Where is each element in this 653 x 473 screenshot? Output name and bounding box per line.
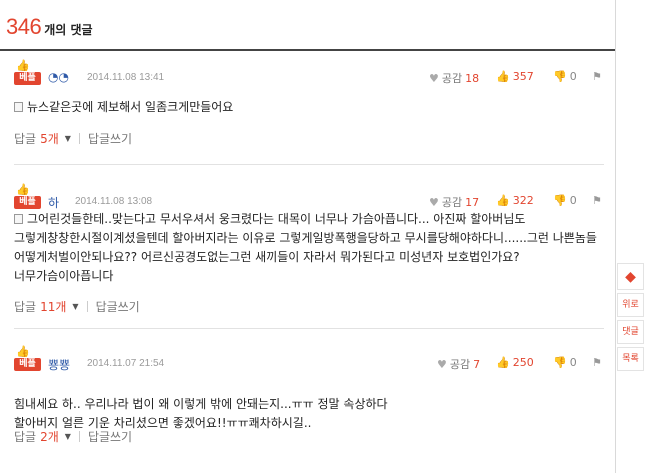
gongam-button[interactable]: ♥ 공감 18 [429, 70, 479, 86]
comment-actions: 답글 11개 ▼ 답글쓰기 [14, 298, 140, 315]
dislike-button[interactable]: 👎 0 [553, 70, 577, 83]
gongam-button[interactable]: ♥ 공감 7 [437, 356, 480, 372]
thumbs-up-icon: 👍 [496, 70, 510, 83]
best-badge-label: 베플 [14, 196, 41, 209]
caret-down-icon[interactable]: ▼ [65, 134, 71, 143]
write-reply-link[interactable]: 답글쓰기 [96, 298, 140, 315]
comments-header: 346 개의 댓글 [6, 14, 93, 44]
content-border [615, 0, 616, 473]
comment-date: 2014.11.07 21:54 [87, 358, 165, 369]
comment-meta: 👍 베플 ◔◔ 2014.11.08 13:41 ♥ 공감 18 👍 357 👎… [0, 60, 615, 88]
cube-icon[interactable]: ◆ [617, 263, 644, 290]
reply-toggle[interactable]: 답글 [14, 428, 36, 445]
dislike-count: 0 [569, 356, 577, 369]
scroll-top-button[interactable]: 위로 [617, 293, 644, 317]
comment-author[interactable]: 뿅뿅 [48, 356, 70, 373]
best-comment-badge: 👍 베플 [14, 184, 41, 211]
reply-toggle[interactable]: 답글 [14, 130, 36, 147]
gongam-label: 공감 [441, 72, 463, 85]
comment-meta: 👍 베플 뿅뿅 2014.11.07 21:54 ♥ 공감 7 👍 250 👎 … [0, 346, 615, 374]
thumbs-up-icon: 👍 [496, 194, 510, 207]
side-nav: ◆ 위로 댓글 목록 [617, 263, 644, 371]
comment-text: 그어린것들한테..맞는다고 무서우셔서 웅크렸다는 대목이 너무나 가슴아픕니다… [14, 212, 597, 283]
reply-count[interactable]: 5개 [40, 130, 59, 147]
write-reply-link[interactable]: 답글쓰기 [88, 130, 132, 147]
like-button[interactable]: 👍 357 [496, 70, 534, 83]
gongam-button[interactable]: ♥ 공감 17 [429, 194, 479, 210]
comment-date: 2014.11.08 13:41 [87, 72, 165, 83]
thumbs-up-icon: 👍 [496, 356, 510, 369]
thumbs-up-icon: 👍 [16, 345, 30, 358]
comment-actions: 답글 5개 ▼ 답글쓰기 [14, 130, 132, 147]
comment-body: 뉴스같은곳에 제보해서 일좀크게만들어요 [14, 98, 604, 117]
dislike-count: 0 [569, 70, 577, 83]
best-badge-label: 베플 [14, 72, 41, 85]
comment-meta: 👍 베플 하 2014.11.08 13:08 ♥ 공감 17 👍 322 👎 … [0, 184, 615, 212]
action-separator [78, 431, 80, 442]
gongam-count: 18 [465, 71, 480, 85]
report-icon[interactable]: ⚑ [592, 194, 602, 207]
best-badge-label: 베플 [14, 358, 41, 371]
like-count: 250 [512, 356, 534, 369]
like-count: 357 [512, 70, 534, 83]
document-icon [14, 102, 23, 112]
best-comment-badge: 👍 베플 [14, 346, 41, 373]
comment-count-label: 개의 댓글 [44, 23, 93, 37]
thumbs-down-icon: 👎 [553, 356, 567, 369]
gongam-count: 7 [473, 357, 481, 371]
comment-count: 346 [6, 14, 42, 39]
gongam-count: 17 [465, 195, 480, 209]
like-button[interactable]: 👍 322 [496, 194, 534, 207]
comments-jump-button[interactable]: 댓글 [617, 320, 644, 344]
comment-divider [14, 164, 604, 165]
write-reply-link[interactable]: 답글쓰기 [88, 428, 132, 445]
heart-icon: ♥ [429, 195, 439, 209]
thumbs-down-icon: 👎 [553, 194, 567, 207]
reply-count[interactable]: 2개 [40, 428, 59, 445]
dislike-count: 0 [569, 194, 577, 207]
dislike-button[interactable]: 👎 0 [553, 356, 577, 369]
heart-icon: ♥ [437, 357, 447, 371]
like-button[interactable]: 👍 250 [496, 356, 534, 369]
comment-author[interactable]: ◔◔ [48, 70, 69, 84]
document-icon [14, 214, 23, 224]
report-icon[interactable]: ⚑ [592, 70, 602, 83]
comment-body: 힘내세요 하.. 우리나라 법이 왜 이렇게 밖에 안돼는지...ㅠㅠ 정말 속… [14, 376, 604, 433]
gongam-label: 공감 [449, 358, 471, 371]
comment-body: 그어린것들한테..맞는다고 무서우셔서 웅크렸다는 대목이 너무나 가슴아픕니다… [14, 210, 604, 286]
comment-actions: 답글 2개 ▼ 답글쓰기 [14, 428, 132, 445]
best-comment-badge: 👍 베플 [14, 60, 41, 87]
dislike-button[interactable]: 👎 0 [553, 194, 577, 207]
gongam-label: 공감 [441, 196, 463, 209]
list-button[interactable]: 목록 [617, 347, 644, 371]
caret-down-icon[interactable]: ▼ [65, 432, 71, 441]
comment-divider [14, 328, 604, 329]
comments-section: 346 개의 댓글 👍 베플 ◔◔ 2014.11.08 13:41 ♥ 공감 … [0, 0, 617, 473]
caret-down-icon[interactable]: ▼ [72, 302, 78, 311]
reply-toggle[interactable]: 답글 [14, 298, 36, 315]
action-separator [78, 133, 80, 144]
header-divider [0, 49, 615, 51]
thumbs-up-icon: 👍 [16, 183, 30, 196]
comment-author[interactable]: 하 [48, 194, 59, 211]
action-separator [86, 301, 88, 312]
thumbs-down-icon: 👎 [553, 70, 567, 83]
comment-text: 뉴스같은곳에 제보해서 일좀크게만들어요 [27, 100, 234, 114]
thumbs-up-icon: 👍 [16, 59, 30, 72]
heart-icon: ♥ [429, 71, 439, 85]
comment-date: 2014.11.08 13:08 [75, 196, 153, 207]
report-icon[interactable]: ⚑ [592, 356, 602, 369]
comment-text: 힘내세요 하.. 우리나라 법이 왜 이렇게 밖에 안돼는지...ㅠㅠ 정말 속… [14, 397, 388, 430]
reply-count[interactable]: 11개 [40, 298, 66, 315]
like-count: 322 [512, 194, 534, 207]
